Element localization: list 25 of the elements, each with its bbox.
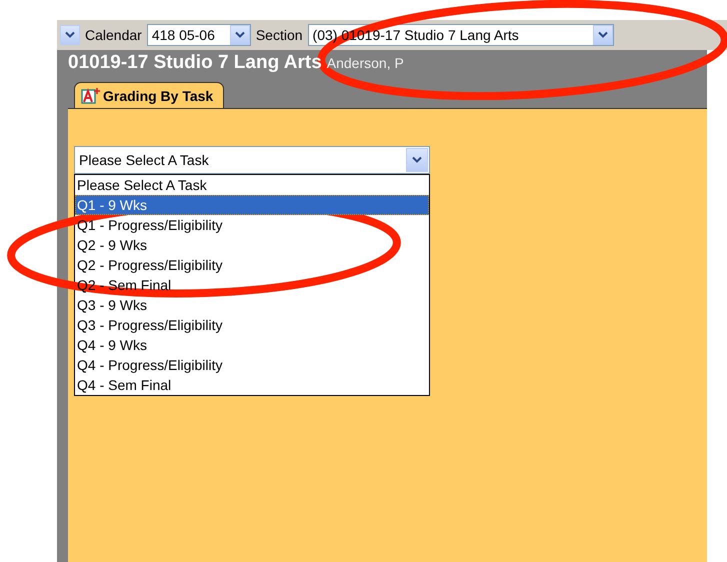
task-dropdown[interactable]: Please Select A Task [74,146,430,174]
grade-icon [81,86,101,104]
field-label: Calendar [85,27,142,43]
dropdown-button[interactable] [230,25,250,45]
dropdown-option[interactable]: Q3 - 9 Wks [75,295,429,315]
dropdown-option[interactable]: Q2 - 9 Wks [75,235,429,255]
dropdown-option[interactable]: Q3 - Progress/Eligibility [75,315,429,335]
dropdown-button[interactable] [406,148,428,172]
chevron-down-icon [65,31,75,39]
dropdown-button[interactable] [592,25,613,45]
tab[interactable]: Grading By Task [74,82,224,108]
field-label: Section [256,27,303,43]
chevron-down-icon [234,31,245,39]
teacher-name: Anderson, P [326,55,404,71]
dropdown-option[interactable]: Q4 - Sem Final [75,375,429,395]
dropdown-option[interactable]: Q4 - Progress/Eligibility [75,355,429,375]
dropdown-button[interactable] [60,25,80,45]
chevron-down-icon [598,31,608,39]
dropdown-option[interactable]: Q1 - 9 Wks [75,195,429,215]
dropdown-field[interactable]: 418 05-06 [146,24,251,46]
dropdown-option[interactable]: Q2 - Progress/Eligibility [75,255,429,275]
dropdown-option[interactable]: Q4 - 9 Wks [75,335,429,355]
chevron-down-icon [412,156,422,164]
dropdown-option[interactable]: Q1 - Progress/Eligibility [75,215,429,235]
dropdown-option[interactable]: Please Select A Task [75,175,429,195]
